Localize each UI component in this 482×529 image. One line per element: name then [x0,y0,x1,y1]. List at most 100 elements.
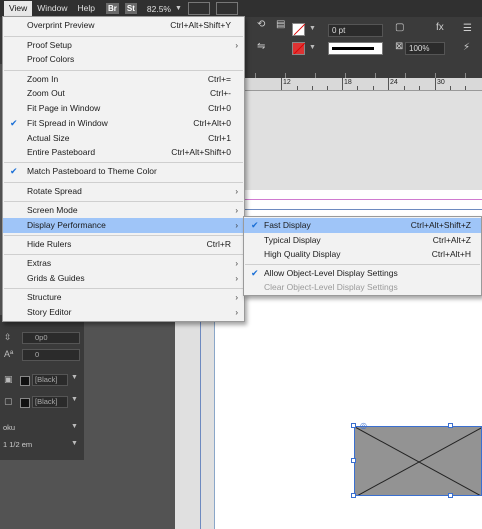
fill-swatch-chip[interactable] [20,376,30,386]
zoom-level[interactable]: 82.5% [147,4,171,14]
menu-item-fast-display[interactable]: ✔ Fast Display Ctrl+Alt+Shift+Z [244,218,481,233]
menu-item-display-performance[interactable]: Display Performance › [3,218,244,233]
empty-frame-cross [355,427,481,495]
panel-row[interactable]: oku ▼ [0,423,84,437]
chevron-down-icon[interactable]: ▼ [309,25,316,32]
stroke-weight-field[interactable]: 0 pt [328,24,383,37]
opacity-icon[interactable]: ▢ [395,22,404,33]
content-grabber-icon[interactable]: ◎ [360,421,367,430]
ruler-tick [388,78,389,90]
frame-handle[interactable] [351,493,356,498]
chevron-down-icon[interactable]: ▼ [71,374,78,381]
menu-separator [4,162,243,163]
stroke-swatch-chip[interactable] [20,398,30,408]
stroke-type-field[interactable] [328,42,383,55]
menu-item-screen-mode[interactable]: Screen Mode › [3,203,244,218]
leading-icon: ⇳ [4,332,12,342]
effects-icon[interactable]: fx [436,22,444,33]
menu-view[interactable]: View [4,1,33,16]
rotate-icon[interactable]: ⟲ [257,19,265,30]
leading-field[interactable]: 0p0 [22,332,80,344]
menu-item-hide-rulers[interactable]: Hide Rulers Ctrl+R [3,237,244,252]
frame-handle[interactable] [351,423,356,428]
baseline-shift-field[interactable]: 0 [22,349,80,361]
menu-item-clear-object-level: Clear Object-Level Display Settings [244,280,481,295]
menu-separator [4,254,243,255]
view-menu: Overprint Preview Ctrl+Alt+Shift+Y Proof… [2,16,245,322]
fill-color-field[interactable]: [Black] [32,374,68,386]
menu-item-story-editor[interactable]: Story Editor › [3,305,244,320]
menu-item-fit-page[interactable]: Fit Page in Window Ctrl+0 [3,101,244,116]
menu-item-label: Fast Display [264,220,311,230]
menu-item-overprint-preview[interactable]: Overprint Preview Ctrl+Alt+Shift+Y [3,18,244,33]
menu-item-match-pasteboard[interactable]: ✔ Match Pasteboard to Theme Color [3,164,244,179]
menu-item-actual-size[interactable]: Actual Size Ctrl+1 [3,131,244,146]
menu-item-shortcut: Ctrl+Alt+0 [193,118,231,128]
menu-item-label: Rotate Spread [27,186,82,196]
panel-row: ▢ [Black] ▼ [0,396,84,410]
menu-help[interactable]: Help [73,1,100,16]
menu-item-typical-display[interactable]: Typical Display Ctrl+Alt+Z [244,233,481,248]
scale-icon[interactable]: ⊠ [395,41,403,52]
chevron-down-icon[interactable]: ▼ [71,396,78,403]
ruler-tick [281,78,282,90]
horizontal-ruler[interactable]: 12 18 24 30 [245,78,482,91]
panel-row: ⇳ 0p0 [0,332,84,346]
menu-item-shortcut: Ctrl+Alt+Shift+0 [171,147,231,157]
menu-item-label: Structure [27,292,62,302]
stroke-swatch[interactable] [292,42,305,55]
image-frame[interactable] [354,426,482,496]
screen-mode-icon[interactable] [215,2,238,15]
checkmark-icon: ✔ [251,268,259,278]
menu-separator [4,70,243,71]
menu-item-label: Match Pasteboard to Theme Color [27,166,157,176]
menu-item-shortcut: Ctrl+Alt+H [431,249,471,259]
quick-apply-icon[interactable]: ⚡ [463,42,470,53]
view-options-icon[interactable] [187,2,210,15]
ruler-label: 24 [390,79,398,86]
panel-menu-icon[interactable]: ☰ [463,23,472,34]
menu-item-label: Actual Size [27,133,70,143]
menu-window[interactable]: Window [32,1,72,16]
bridge-button[interactable]: Br [106,3,119,14]
chevron-down-icon[interactable]: ▼ [71,423,78,430]
frame-handle[interactable] [448,423,453,428]
ruler-label: 18 [344,79,352,86]
frame-handle[interactable] [448,493,453,498]
properties-panel: ⇳ 0p0 Aª 0 ▣ [Black] ▼ ▢ [Black] ▼ oku ▼… [0,315,84,460]
margin-guide [214,199,482,200]
menu-item-fit-spread[interactable]: ✔ Fit Spread in Window Ctrl+Alt+0 [3,116,244,131]
chevron-down-icon[interactable]: ▼ [71,440,78,447]
menu-item-zoom-in[interactable]: Zoom In Ctrl+= [3,72,244,87]
menu-item-proof-colors[interactable]: Proof Colors [3,52,244,67]
panel-row: ▣ [Black] ▼ [0,374,84,388]
menu-item-structure[interactable]: Structure › [3,290,244,305]
menu-item-high-quality-display[interactable]: High Quality Display Ctrl+Alt+H [244,247,481,262]
stock-button[interactable]: St [124,3,137,14]
opacity-field[interactable]: 100% [405,42,445,55]
flip-icon[interactable]: ⇋ [257,41,265,52]
fill-swatch[interactable] [292,23,305,36]
menu-item-entire-pasteboard[interactable]: Entire Pasteboard Ctrl+Alt+Shift+0 [3,145,244,160]
menu-item-label: Entire Pasteboard [27,147,96,157]
chevron-right-icon: › [235,221,238,230]
menu-item-allow-object-level[interactable]: ✔ Allow Object-Level Display Settings [244,266,481,281]
panel-row[interactable]: 1 1/2 em ▼ [0,440,84,454]
reference-point-icon[interactable]: ▤ [276,19,285,30]
chevron-down-icon[interactable]: ▼ [309,44,316,51]
menu-item-extras[interactable]: Extras › [3,256,244,271]
menu-item-zoom-out[interactable]: Zoom Out Ctrl+- [3,86,244,101]
menu-item-label: Grids & Guides [27,273,85,283]
menu-separator [245,264,480,265]
frame-handle[interactable] [351,458,356,463]
menu-item-grids-guides[interactable]: Grids & Guides › [3,271,244,286]
panel-label: 1 1/2 em [3,440,33,449]
stroke-color-field[interactable]: [Black] [32,396,68,408]
ruler-tick [342,78,343,90]
checkmark-icon: ✔ [10,166,18,176]
menu-item-rotate-spread[interactable]: Rotate Spread › [3,184,244,199]
menu-item-proof-setup[interactable]: Proof Setup › [3,38,244,53]
chevron-down-icon[interactable]: ▼ [175,5,182,12]
menu-item-label: Screen Mode [27,205,78,215]
menu-separator [4,201,243,202]
